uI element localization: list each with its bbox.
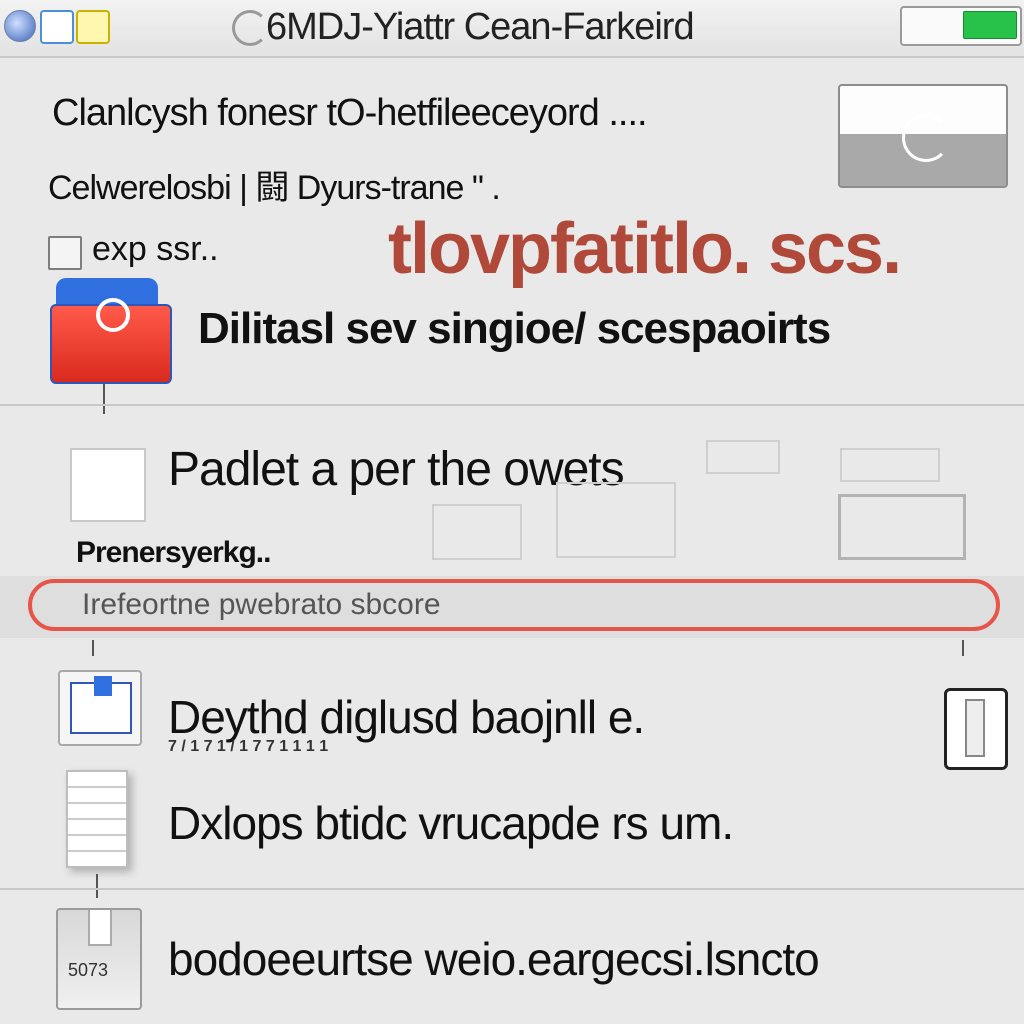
calculator-icon[interactable]: 5073: [56, 908, 142, 1010]
title-bar: 6MDJ-Yiattr Cean-Farkeird: [0, 0, 1024, 58]
description-line-2: Celwerelosbi | 闘 Dyurs-trane " .: [48, 169, 501, 207]
tick-mark: [962, 640, 964, 656]
list-item-title[interactable]: bodoeeurtse weio.eargecsi.lsncto: [168, 932, 820, 986]
notes-icon[interactable]: [76, 10, 110, 44]
section-heading: tlovpfatitlo. scs.: [388, 209, 902, 289]
document-badge: [94, 676, 112, 696]
phone-icon[interactable]: [944, 688, 1008, 770]
globe-icon[interactable]: [4, 10, 36, 42]
tick-mark: [92, 640, 94, 656]
document-icon[interactable]: [58, 670, 142, 746]
calculator-notch: [88, 910, 112, 946]
sub-heading: Prenersyerkg..: [76, 536, 271, 569]
power-toggle[interactable]: [900, 6, 1022, 46]
preview-box[interactable]: [838, 494, 966, 560]
phone-screen: [965, 699, 985, 757]
option-checkbox[interactable]: [48, 236, 82, 270]
calculator-display: 5073: [68, 960, 109, 980]
toggle-knob: [963, 11, 1017, 39]
app-title: Dilitasl sev singioe/ scespaoirts: [198, 304, 831, 353]
faded-panel: [432, 504, 522, 560]
list-item-title[interactable]: Dxlops btidc vrucapde rs um.: [168, 796, 734, 850]
faded-panel: [556, 482, 676, 558]
window-title: 6MDJ-Yiattr Cean-Farkeird: [266, 6, 695, 48]
faded-panel: [840, 448, 940, 482]
spreadsheet-icon[interactable]: [66, 770, 128, 868]
refresh-icon: [902, 114, 950, 162]
section-divider: [0, 404, 1024, 406]
select-box[interactable]: [70, 448, 146, 522]
record-icon: [96, 298, 130, 332]
tick-mark: [96, 874, 98, 898]
checkbox-label: exp ssr..: [92, 230, 219, 268]
refresh-icon[interactable]: [232, 10, 268, 46]
faded-panel: [706, 440, 780, 474]
list-item-subtitle: 7 / 1 7 1 / 1 7 7 1 1 1 1: [168, 738, 329, 755]
tick-mark: [103, 384, 105, 414]
refresh-button[interactable]: [838, 84, 1008, 188]
description-line-1: Clanlcysh fonesr tO-hetfileeceyord ....: [52, 92, 648, 134]
app-icon[interactable]: [50, 278, 172, 384]
mail-icon[interactable]: [40, 10, 74, 44]
list-item-title[interactable]: Deythd diglusd baojnll e.: [168, 690, 645, 744]
section-divider: [0, 888, 1024, 890]
search-input[interactable]: [28, 579, 1000, 631]
